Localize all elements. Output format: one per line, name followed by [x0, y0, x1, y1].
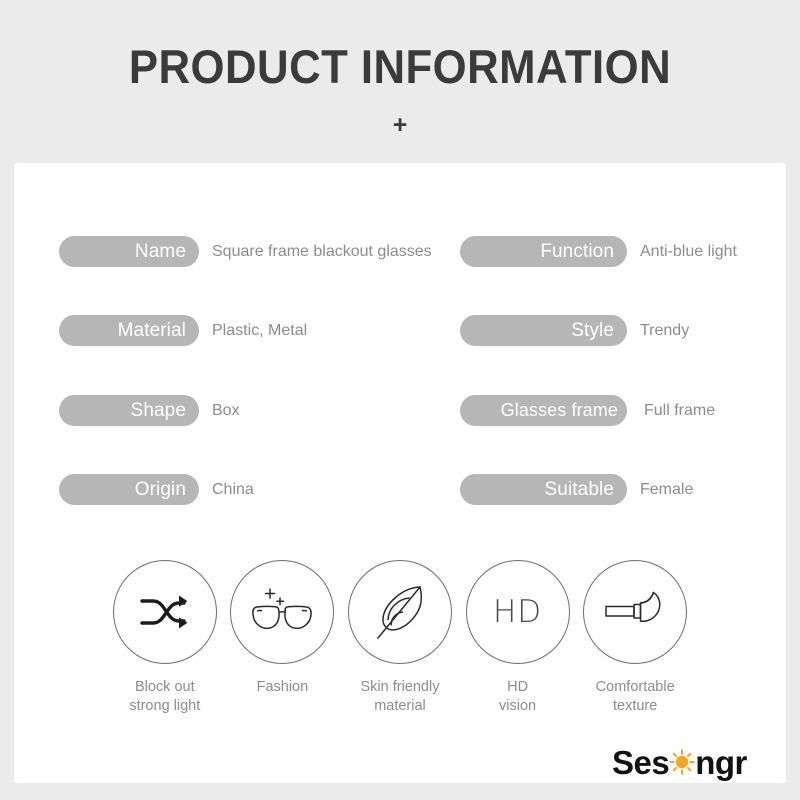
feature-icon-circle: [583, 560, 688, 664]
spec-label-text: Origin: [134, 479, 186, 500]
spec-value-text: China: [212, 481, 254, 498]
spec-label-text: Style: [571, 320, 614, 341]
feature-item-skin-friendly-material: Skin friendly material: [341, 560, 459, 750]
feature-icon-circle: [230, 560, 335, 664]
feature-caption: Skin friendly material: [360, 679, 440, 714]
spec-label-pill: Shape: [59, 395, 199, 426]
brand-logo: Ses ngr: [612, 742, 747, 782]
spec-label-text: Material: [117, 320, 186, 341]
feature-item-fashion: Fashion: [224, 560, 342, 750]
hd-text-icon: HD: [492, 594, 543, 630]
logo-text-suffix: ngr: [695, 743, 747, 781]
feature-item-hd-vision: HD HD vision: [459, 560, 577, 750]
eyeglasses-sparkle-icon: [252, 588, 313, 630]
feature-item-block-out-strong-light: Block out strong light: [106, 560, 224, 750]
spec-label-pill: Glasses frame: [460, 395, 627, 426]
spec-value-text: Trendy: [640, 322, 690, 339]
feature-caption: Comfortable texture: [595, 679, 675, 714]
spec-label-text: Name: [134, 241, 186, 262]
spec-value-text: Full frame: [644, 402, 716, 419]
feather-icon: [377, 586, 423, 639]
spec-label-text: Suitable: [544, 479, 614, 500]
spec-label-pill: Suitable: [460, 474, 627, 505]
spec-label-pill: Name: [59, 236, 199, 267]
logo-text-prefix: Ses: [612, 743, 670, 781]
feature-icon-circle: [112, 560, 217, 664]
page-title: PRODUCT INFORMATION: [128, 40, 672, 93]
feature-icon-circle: HD: [465, 560, 570, 664]
sun-icon: [669, 749, 695, 775]
feature-list: Block out strong light Fashion Skin frie…: [14, 560, 786, 750]
spec-label-text: Function: [540, 241, 614, 262]
spec-label-text: Glasses frame: [500, 400, 618, 420]
spec-label-pill: Origin: [59, 474, 199, 505]
feature-caption: HD vision: [499, 679, 537, 714]
spec-label-pill: Material: [59, 315, 199, 346]
shuffle-arrows-icon: [140, 595, 188, 629]
spec-value-text: Female: [640, 481, 694, 498]
spec-value-text: Plastic, Metal: [212, 322, 308, 339]
spec-value-text: Anti-blue light: [640, 243, 737, 260]
feature-icon-circle: [347, 560, 452, 664]
title-plus-divider: +: [392, 111, 408, 139]
spec-value-text: Box: [212, 402, 240, 419]
feature-caption: Block out strong light: [129, 679, 201, 714]
hammer-icon: [605, 591, 661, 623]
spec-label-pill: Style: [460, 315, 627, 346]
spec-label-pill: Function: [460, 236, 627, 267]
feature-item-comfortable-texture: Comfortable texture: [576, 560, 694, 750]
feature-caption: Fashion: [256, 679, 309, 695]
spec-label-text: Shape: [130, 400, 186, 421]
spec-value-text: Square frame blackout glasses: [212, 243, 432, 260]
